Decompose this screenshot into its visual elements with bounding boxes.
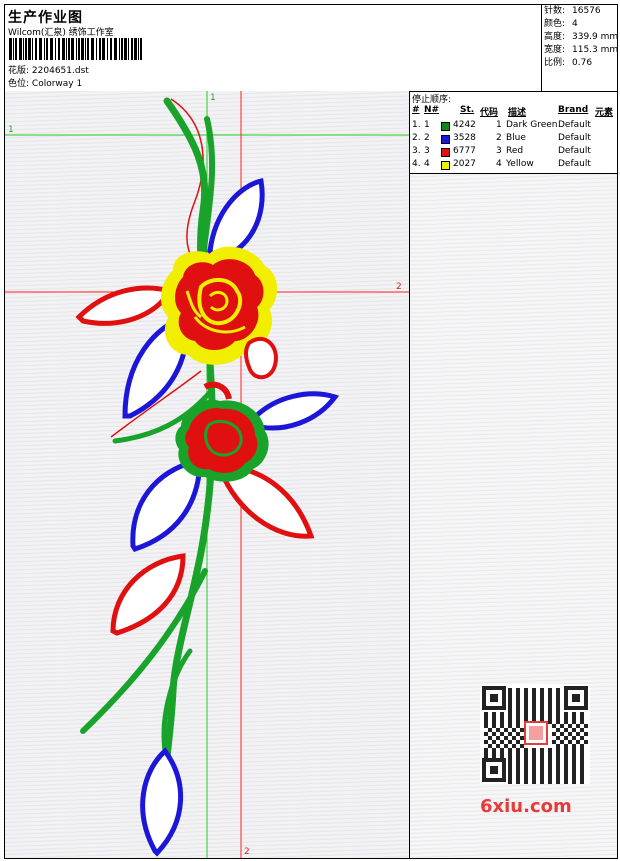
col-stop: # [412, 105, 420, 115]
stat-height: 高度: 339.9 mm [544, 32, 619, 42]
color-swatch [441, 135, 450, 144]
col-stitches: St. [460, 105, 475, 115]
stop-sequence-header: # N# St. 代码 描述 Brand 元素 [410, 105, 617, 118]
seq-code: 2 [496, 133, 502, 143]
guide-label-v1: 1 [210, 93, 216, 103]
guide-label-h2: 2 [396, 282, 402, 292]
sequence-row: 3. 3 6777 3 Red Default [410, 146, 617, 159]
sequence-row: 4. 4 2027 4 Yellow Default [410, 159, 617, 172]
red-leaf-left [75, 285, 174, 326]
seq-code: 3 [496, 146, 502, 156]
col-desc: 描述 [508, 108, 527, 118]
seq-stitches: 3528 [453, 133, 476, 143]
blue-leaf-lower [130, 458, 203, 552]
seq-stitches: 2027 [453, 159, 476, 169]
seq-code: 1 [496, 120, 502, 130]
design-value: 2204651.dst [31, 66, 89, 76]
color-swatch [441, 161, 450, 170]
stat-stitches: 针数: 16576 [544, 6, 601, 16]
company-name: Wilcom(汇泉) 绣饰工作室 [8, 28, 114, 38]
seq-desc: Blue [506, 133, 526, 143]
seq-desc: Yellow [506, 159, 534, 169]
col-n: N# [424, 105, 440, 115]
stop-sequence-title: 停止顺序: [412, 95, 452, 105]
design-preview: 1 1 2 2 [5, 91, 410, 858]
blue-leaf-bottom [140, 747, 183, 857]
sheet-header: 生产作业图 Wilcom(汇泉) 绣饰工作室 花版: 2204651.dst 色… [5, 5, 618, 92]
seq-needle: 2 [424, 133, 430, 143]
stop-sequence-panel: 停止顺序: # N# St. 代码 描述 Brand 元素 1. 1 4242 1 Da… [410, 91, 617, 174]
seq-stop: 3. [412, 146, 421, 156]
seq-desc: Red [506, 146, 524, 156]
sequence-row: 2. 2 3528 2 Blue Default [410, 133, 617, 146]
seq-desc: Dark Green [506, 120, 558, 130]
colorway-value: Colorway 1 [31, 79, 83, 89]
seq-brand: Default [558, 159, 591, 169]
stat-width: 宽度: 115.3 mm [544, 45, 619, 55]
colorway-label: 色位: [8, 79, 30, 89]
red-bud [244, 336, 278, 380]
seq-stitches: 4242 [453, 120, 476, 130]
col-element: 元素 [595, 108, 614, 118]
stat-colors: 颜色: 4 [544, 19, 578, 29]
col-code: 代码 [480, 108, 499, 118]
stat-scale: 比例: 0.76 [544, 58, 593, 68]
color-swatch [441, 122, 450, 131]
sheet-title: 生产作业图 [8, 10, 83, 26]
seq-stop: 4. [412, 159, 421, 169]
seq-stop: 2. [412, 133, 421, 143]
guide-label-h1: 1 [8, 125, 14, 135]
embroidery-design: 1 1 2 2 [5, 91, 409, 858]
seq-brand: Default [558, 146, 591, 156]
seq-needle: 1 [424, 120, 430, 130]
design-file: 花版: 2204651.dst [8, 63, 89, 76]
production-sheet: 生产作业图 Wilcom(汇泉) 绣饰工作室 花版: 2204651.dst 色… [4, 4, 618, 859]
blank-panel: 6xiu.com [410, 174, 617, 858]
seq-brand: Default [558, 120, 591, 130]
seq-stop: 1. [412, 120, 421, 130]
guide-label-v2: 2 [244, 847, 250, 857]
seq-needle: 4 [424, 159, 430, 169]
design-label: 花版: [8, 66, 30, 76]
bottom-rose [175, 381, 269, 482]
barcode-icon [9, 38, 142, 60]
qr-code-icon [480, 684, 590, 784]
colorway: 色位: Colorway 1 [8, 76, 82, 89]
seq-brand: Default [558, 133, 591, 143]
seq-stitches: 6777 [453, 146, 476, 156]
stats-box: 针数: 16576 颜色: 4 高度: 339.9 mm 宽度: 115.3 mm 比例… [541, 5, 618, 91]
color-swatch [441, 148, 450, 157]
sequence-row: 1. 1 4242 1 Dark Green Default [410, 120, 617, 133]
watermark-logo: 6xiu.com [480, 796, 572, 817]
seq-code: 4 [496, 159, 502, 169]
seq-needle: 3 [424, 146, 430, 156]
blue-leaf-right [250, 391, 340, 431]
col-brand: Brand [558, 105, 589, 115]
